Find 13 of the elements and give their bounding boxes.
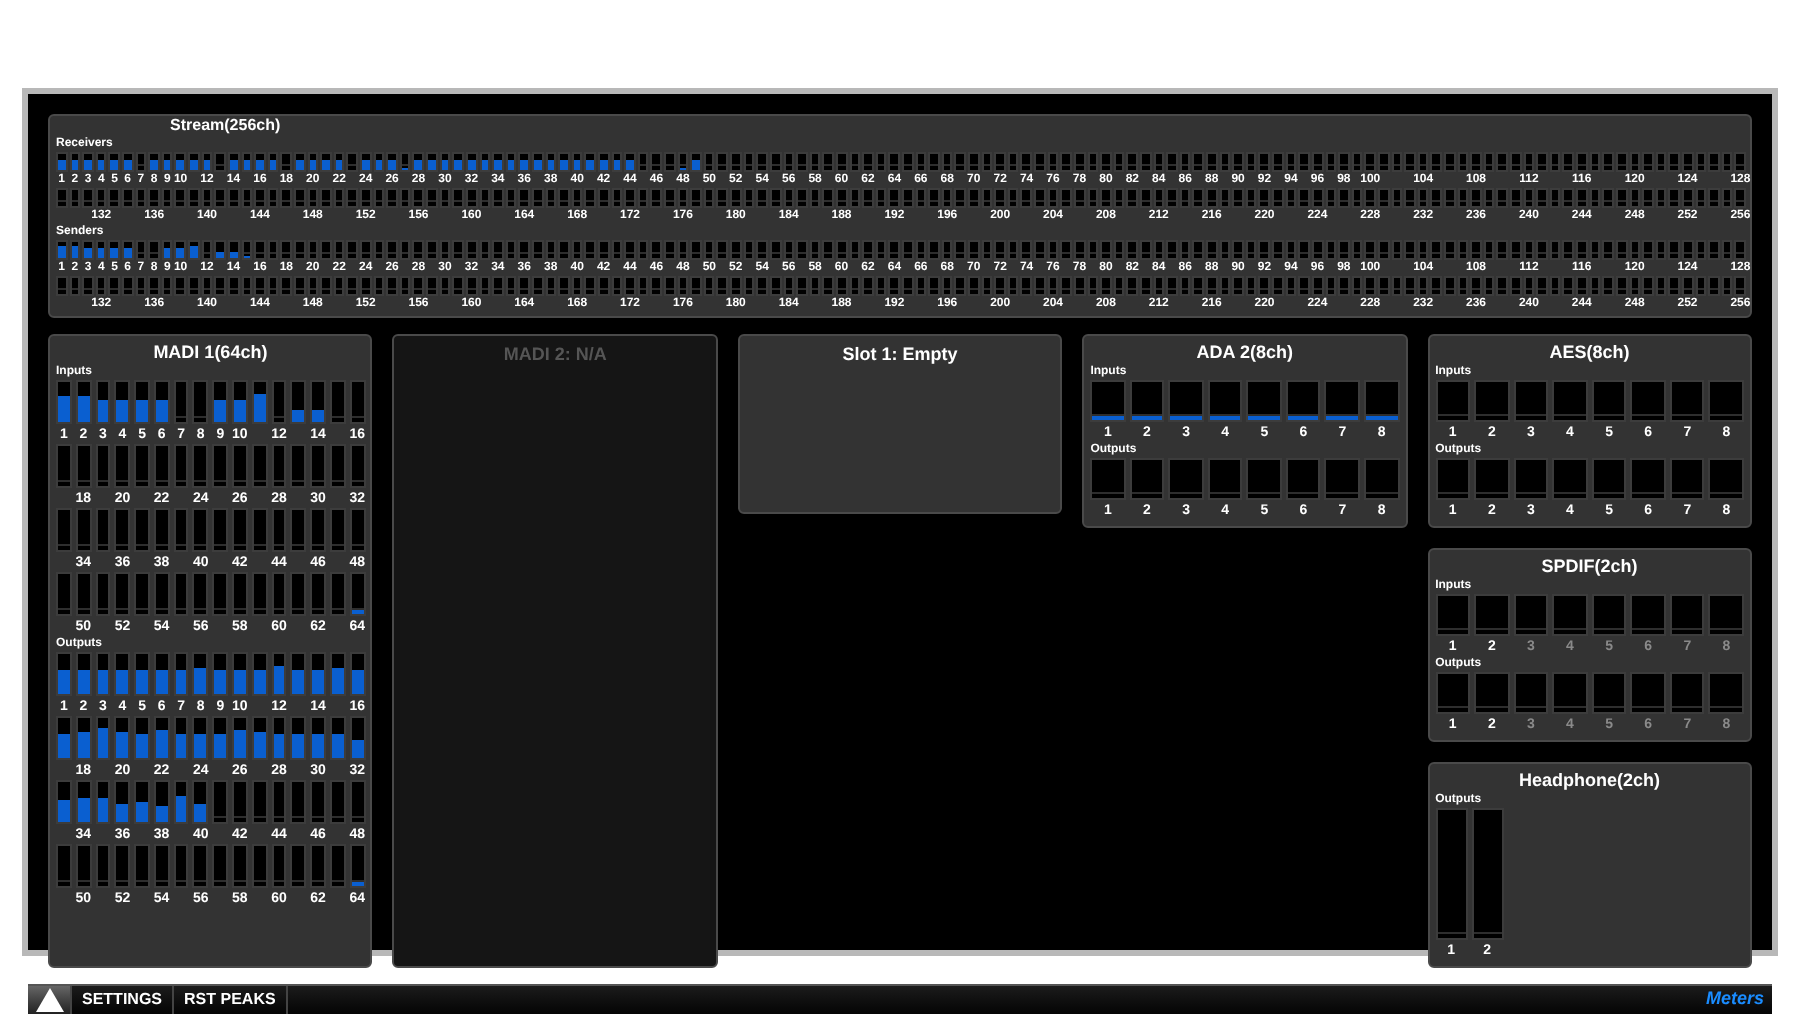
panel-title: ADA 2(8ch)	[1196, 342, 1293, 364]
toolbar-button[interactable]: SETTINGS	[72, 986, 175, 1013]
panel-title: MADI 2: N/A	[503, 342, 607, 368]
toolbar-button[interactable]: RST PEAKS	[174, 986, 288, 1013]
panel-title: Stream(256ch)	[168, 116, 283, 136]
panel-title: Slot 1: Empty	[842, 342, 958, 368]
triangle-icon	[35, 987, 63, 1012]
panel-title: SPDIF(2ch)	[1541, 556, 1638, 578]
panel-title: MADI 1(64ch)	[153, 342, 268, 364]
view-title: Meters	[1705, 986, 1766, 1012]
panel-title: Headphone(2ch)	[1519, 770, 1661, 792]
logo-button[interactable]	[28, 986, 72, 1013]
panel-title: AES(8ch)	[1549, 342, 1630, 364]
